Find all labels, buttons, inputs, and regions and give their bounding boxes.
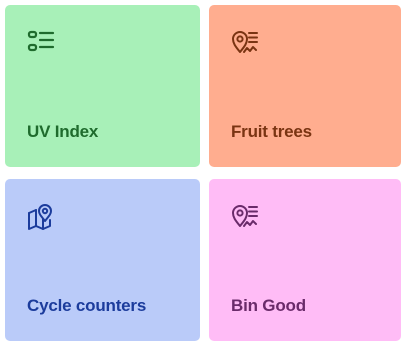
tile-label: Cycle counters: [27, 296, 147, 315]
tile-label: Fruit trees: [231, 122, 312, 141]
tile-fruit-trees[interactable]: Fruit trees: [209, 5, 401, 167]
map-location-icon: [28, 204, 52, 230]
tile-bin-good[interactable]: Bin Good: [209, 179, 401, 341]
tile-cycle-counters[interactable]: Cycle counters: [5, 179, 200, 341]
map-pin-list-icon: [232, 31, 258, 53]
tile-label: UV Index: [27, 122, 99, 141]
map-pin-list-icon: [232, 205, 258, 227]
tile-label: Bin Good: [231, 296, 306, 315]
list-icon: [27, 30, 55, 52]
tile-uv-index[interactable]: UV Index: [5, 5, 200, 167]
tile-grid: UV Index Fruit trees Cycle counters Bin …: [0, 0, 401, 341]
